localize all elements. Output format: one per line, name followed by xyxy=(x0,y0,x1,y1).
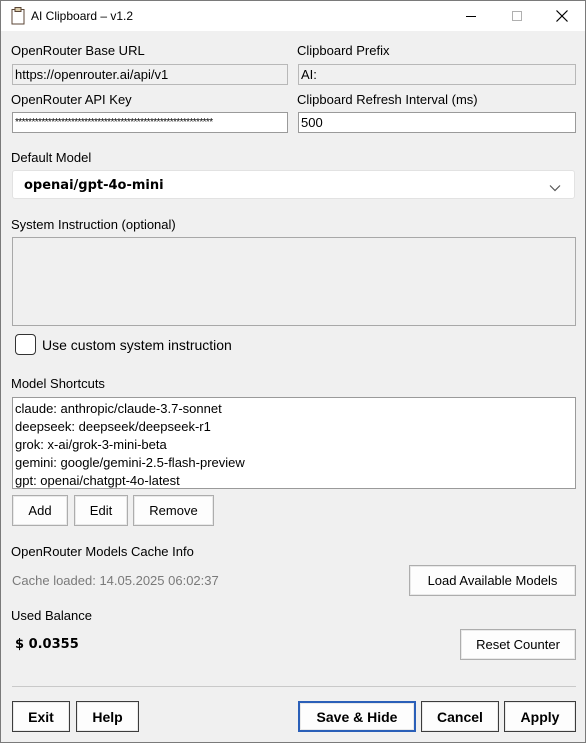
base-url-field[interactable]: https://openrouter.ai/api/v1 xyxy=(12,64,288,85)
window-title: AI Clipboard – v1.2 xyxy=(31,9,134,23)
prefix-field[interactable]: AI: xyxy=(298,64,576,85)
edit-shortcut-button[interactable]: Edit xyxy=(74,495,128,526)
close-icon[interactable] xyxy=(539,1,585,31)
base-url-label: OpenRouter Base URL xyxy=(11,43,145,58)
default-model-select[interactable]: openai/gpt-4o-mini xyxy=(12,170,575,199)
remove-shortcut-button[interactable]: Remove xyxy=(133,495,214,526)
title-bar[interactable]: AI Clipboard – v1.2 xyxy=(1,1,585,31)
clipboard-icon xyxy=(11,7,25,25)
prefix-label: Clipboard Prefix xyxy=(297,43,390,58)
default-model-value: openai/gpt-4o-mini xyxy=(24,178,164,193)
cache-info-label: OpenRouter Models Cache Info xyxy=(11,544,194,559)
save-hide-button[interactable]: Save & Hide xyxy=(298,701,416,732)
footer-divider xyxy=(12,686,576,687)
model-shortcuts-list[interactable]: claude: anthropic/claude-3.7-sonnet deep… xyxy=(12,397,576,489)
reset-counter-button[interactable]: Reset Counter xyxy=(460,629,576,660)
maximize-icon xyxy=(494,1,540,31)
api-key-label: OpenRouter API Key xyxy=(11,92,132,107)
list-item[interactable]: gpt: openai/chatgpt-4o-latest xyxy=(13,472,575,488)
cancel-button[interactable]: Cancel xyxy=(421,701,499,732)
list-item[interactable]: gemini: google/gemini-2.5-flash-preview xyxy=(13,454,575,472)
load-models-button[interactable]: Load Available Models xyxy=(409,565,576,596)
system-instruction-label: System Instruction (optional) xyxy=(11,217,176,232)
help-button[interactable]: Help xyxy=(76,701,139,732)
apply-button[interactable]: Apply xyxy=(504,701,576,732)
list-item[interactable]: deepseek: deepseek/deepseek-r1 xyxy=(13,418,575,436)
refresh-interval-field[interactable]: 500 xyxy=(298,112,576,133)
refresh-interval-label: Clipboard Refresh Interval (ms) xyxy=(297,92,478,107)
api-key-field[interactable]: ****************************************… xyxy=(12,112,288,133)
default-model-label: Default Model xyxy=(11,150,92,165)
model-shortcuts-label: Model Shortcuts xyxy=(11,376,105,391)
balance-value: $ 0.0355 xyxy=(15,637,79,652)
exit-button[interactable]: Exit xyxy=(12,701,70,732)
list-item[interactable]: grok: x-ai/grok-3-mini-beta xyxy=(13,436,575,454)
chevron-down-icon xyxy=(549,180,561,192)
use-custom-instruction-checkbox[interactable] xyxy=(15,334,36,355)
list-item[interactable]: claude: anthropic/claude-3.7-sonnet xyxy=(13,400,575,418)
used-balance-label: Used Balance xyxy=(11,608,92,623)
settings-window: AI Clipboard – v1.2 OpenRouter Base URL … xyxy=(0,0,586,743)
add-shortcut-button[interactable]: Add xyxy=(12,495,68,526)
system-instruction-textarea[interactable] xyxy=(12,237,576,326)
cache-status-text: Cache loaded: 14.05.2025 06:02:37 xyxy=(12,573,219,588)
use-custom-instruction-label[interactable]: Use custom system instruction xyxy=(42,337,232,353)
minimize-icon[interactable] xyxy=(448,1,494,31)
